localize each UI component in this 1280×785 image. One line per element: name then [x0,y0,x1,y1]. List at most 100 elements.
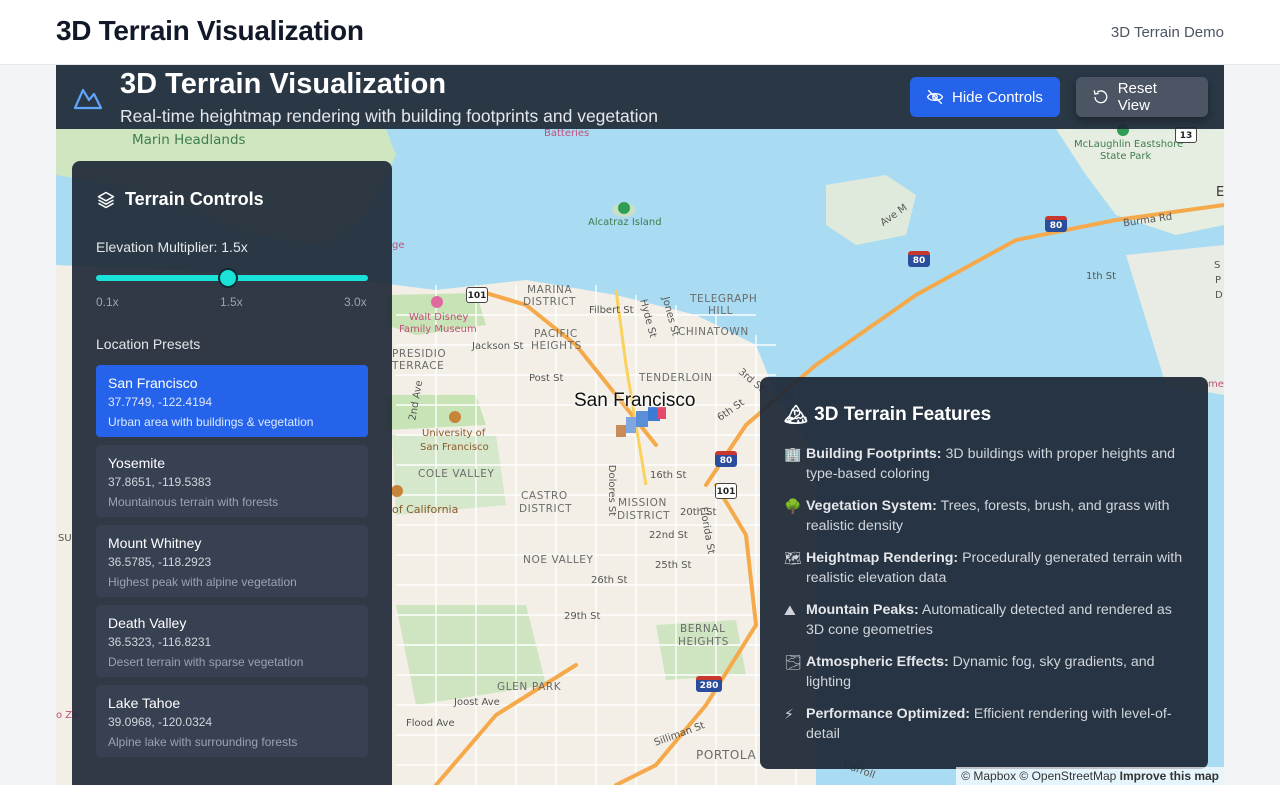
preset-name: San Francisco [108,375,198,391]
slider-tick-mid: 1.5x [220,295,243,309]
preset-desc: Urban area with buildings & vegetation [108,415,314,429]
map-label-castro-district: DISTRICT [519,503,573,515]
preset-death-valley[interactable]: Death Valley 36.5323, -116.8231 Desert t… [96,605,368,677]
slider-tick-max: 3.0x [344,295,367,309]
preset-desc: Mountainous terrain with forests [108,495,279,509]
map-label-mission-district: DISTRICT [617,510,671,522]
map-label-flood: Flood Ave [406,718,455,729]
map-label-walt: Walt Disney [409,312,469,323]
map-label-1th: 1th St [1086,271,1117,282]
ca13-shield: 13 [1175,127,1197,143]
map-label-noe: NOE VALLEY [523,554,594,566]
map-label-city: San Francisco [574,390,696,411]
map-label-statepark: State Park [1100,151,1152,162]
viz-subtitle: Real-time heightmap rendering with build… [120,106,658,126]
attribution-text[interactable]: © Mapbox © OpenStreetMap [961,769,1116,783]
mountain-emoji-icon: 🏔 [784,405,809,426]
features-title: 3D Terrain Features [814,404,992,425]
terrain-controls-panel: Terrain Controls Elevation Multiplier: 1… [72,161,392,785]
feature-name: Atmospheric Effects: [806,654,949,670]
reset-view-button[interactable]: Reset View [1076,77,1208,117]
viz-title: 3D Terrain Visualization [120,68,447,100]
preset-desc: Alpine lake with surrounding forests [108,735,298,749]
map-label-bernal: BERNAL [680,623,726,635]
page-title: 3D Terrain Visualization [56,15,364,46]
viz-header: 3D Terrain Visualization Real-time heigh… [56,65,1224,129]
map-label-16th: 16th St [650,470,687,481]
map-label-tenderloin: TENDERLOIN [639,372,713,384]
map-stage[interactable]: Marin Headlands Batteries Alcatraz Islan… [56,65,1224,785]
feature-name: Heightmap Rendering: [806,550,959,566]
hide-controls-button[interactable]: Hide Controls [910,77,1060,117]
features-list: 🏢 Building Footprints: 3D buildings with… [784,444,1188,756]
map-label-d: D [1215,290,1223,301]
map-label-joost: Joost Ave [454,697,500,708]
terrain-features-panel: 🏔 3D Terrain Features 🏢 Building Footpri… [760,377,1208,769]
map-label-terrace: TERRACE [392,360,445,372]
map-label-castro: CASTRO [521,490,568,502]
map-label-portola: PORTOLA [696,748,757,762]
i80-shield: 80 [715,451,737,467]
map-label-university: University of [422,428,486,439]
map-label-chinatown: CHINATOWN [678,326,749,338]
feature-item: 🌳 Vegetation System: Trees, forests, bru… [784,496,1188,536]
preset-coords: 36.5323, -116.8231 [108,635,212,649]
map-label-mclaughlin: McLaughlin Eastshore [1074,139,1184,150]
preset-coords: 37.7749, -122.4194 [108,395,213,409]
preset-yosemite[interactable]: Yosemite 37.8651, -119.5383 Mountainous … [96,445,368,517]
building-icon: 🏢 [784,446,802,462]
mountain-icon [73,88,103,110]
preset-lake-tahoe[interactable]: Lake Tahoe 39.0968, -120.0324 Alpine lak… [96,685,368,757]
hide-controls-label: Hide Controls [952,88,1043,106]
preset-mount-whitney[interactable]: Mount Whitney 36.5785, -118.2923 Highest… [96,525,368,597]
peak-icon: ⛰ [784,602,796,618]
i80-shield-3: 80 [1045,216,1067,232]
map-label-med: med [1208,379,1224,390]
eye-off-icon [926,89,944,105]
terrain-controls-header: Terrain Controls [96,189,264,210]
map-label-pacific: PACIFIC [534,328,578,340]
nav-label[interactable]: 3D Terrain Demo [1111,24,1224,41]
preset-desc: Desert terrain with sparse vegetation [108,655,304,669]
map-label-p: P [1215,275,1222,286]
improve-map-link[interactable]: Improve this map [1120,769,1219,783]
map-label-22nd: 22nd St [649,530,688,541]
preset-desc: Highest peak with alpine vegetation [108,575,297,589]
feature-name: Building Footprints: [806,446,942,462]
map-label-of-california: of California [392,503,459,516]
feature-item: 🏢 Building Footprints: 3D buildings with… [784,444,1188,484]
feature-item: 🌫 Atmospheric Effects: Dynamic fog, sky … [784,652,1188,692]
map-label-mission: MISSION [618,497,667,509]
map-label-batteries: Batteries [544,128,590,139]
map-label-hill: HILL [708,305,734,317]
map-label-bernal-heights: HEIGHTS [678,636,729,648]
tree-icon: 🌳 [784,498,802,514]
i280-shield: 280 [696,676,722,692]
map-label-university-2: San Francisco [420,442,489,453]
map-label-presidio: PRESIDIO [392,348,447,360]
preset-name: Mount Whitney [108,535,202,551]
map-attribution: © Mapbox © OpenStreetMap Improve this ma… [956,767,1224,785]
layers-icon [97,191,115,208]
elevation-label: Elevation Multiplier: 1.5x [96,239,248,255]
map-label-s: S [1214,260,1221,271]
preset-coords: 36.5785, -118.2923 [108,555,212,569]
map-label-marina-district: DISTRICT [523,296,577,308]
preset-coords: 37.8651, -119.5383 [108,475,212,489]
elevation-slider-thumb[interactable] [217,268,238,288]
preset-name: Death Valley [108,615,187,631]
map-label-filbert: Filbert St [589,305,634,316]
reset-view-label: Reset View [1117,80,1157,114]
map-label-ge: ge [392,240,405,251]
feature-name: Performance Optimized: [806,706,970,722]
reset-icon [1093,90,1108,104]
feature-item: ⛰ Mountain Peaks: Automatically detected… [784,600,1188,640]
feature-name: Vegetation System: [806,498,937,514]
map-label-jackson: Jackson St [472,341,524,352]
preset-san-francisco[interactable]: San Francisco 37.7749, -122.4194 Urban a… [96,365,368,437]
map-label-cole: COLE VALLEY [418,468,495,480]
preset-coords: 39.0968, -120.0324 [108,715,213,729]
location-presets-label: Location Presets [96,336,201,352]
map-label-29th: 29th St [564,611,601,622]
map-label-alcatraz: Alcatraz Island [588,217,662,228]
